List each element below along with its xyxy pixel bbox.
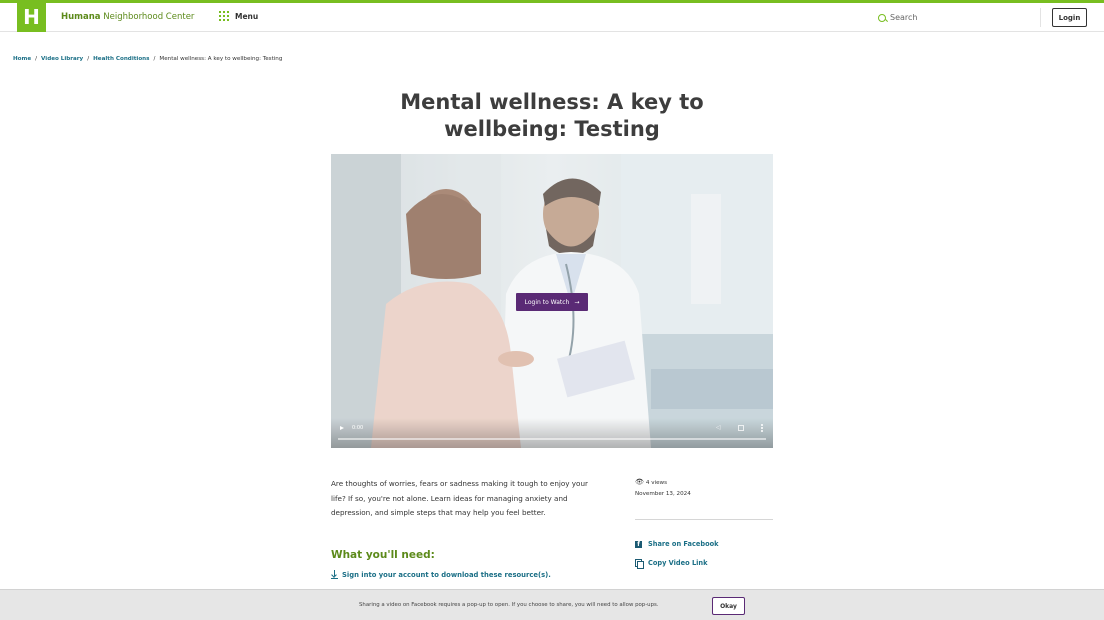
popup-notice-text: Sharing a video on Facebook requires a p… — [359, 602, 659, 608]
menu-button[interactable]: Menu — [219, 11, 258, 21]
sign-in-download-label: Sign into your account to download these… — [342, 570, 551, 579]
video-time: 0:00 — [352, 425, 364, 431]
meta-divider — [635, 519, 773, 520]
breadcrumb: Home / Video Library / Health Conditions… — [13, 56, 282, 62]
login-to-watch-button[interactable]: Login to Watch → — [516, 293, 588, 311]
more-options-icon[interactable] — [761, 424, 763, 432]
views-count: 👁 4 views — [635, 477, 691, 489]
brand-bold: Humana — [61, 12, 101, 22]
breadcrumb-home[interactable]: Home — [13, 56, 31, 62]
breadcrumb-separator: / — [35, 56, 38, 62]
video-description: Are thoughts of worries, fears or sadnes… — [331, 479, 588, 517]
search-icon — [878, 13, 886, 22]
sign-in-download-link[interactable]: Sign into your account to download these… — [331, 570, 551, 579]
video-progress-track[interactable] — [338, 438, 766, 440]
arrow-right-icon: → — [574, 298, 580, 306]
okay-button[interactable]: Okay — [712, 597, 745, 615]
login-button[interactable]: Login — [1052, 8, 1087, 27]
site-header: H Humana Neighborhood Center Menu Login — [0, 2, 1104, 32]
share-facebook-label: Share on Facebook — [648, 540, 719, 548]
breadcrumb-health-conditions[interactable]: Health Conditions — [93, 56, 149, 62]
menu-label: Menu — [235, 11, 259, 21]
breadcrumb-separator: / — [153, 56, 156, 62]
search-input[interactable] — [890, 13, 1020, 22]
volume-icon[interactable]: ◁ — [716, 425, 722, 431]
play-icon[interactable] — [340, 426, 344, 430]
page-title: Mental wellness: A key to wellbeing: Tes… — [400, 90, 704, 141]
search-box — [868, 8, 1041, 27]
site-brand-name[interactable]: Humana Neighborhood Center — [61, 12, 194, 22]
video-controls: 0:00 ◁ — [331, 418, 773, 448]
popup-notice-bar: Sharing a video on Facebook requires a p… — [0, 589, 1104, 620]
breadcrumb-video-library[interactable]: Video Library — [41, 56, 83, 62]
eye-icon: 👁 — [635, 478, 644, 486]
download-icon — [331, 570, 338, 579]
watch-label: Login to Watch — [524, 298, 570, 306]
publish-date: November 13, 2024 — [635, 491, 691, 497]
breadcrumb-current: Mental wellness: A key to wellbeing: Tes… — [159, 56, 283, 62]
share-facebook-link[interactable]: f Share on Facebook — [635, 540, 719, 548]
copy-video-link[interactable]: Copy Video Link — [635, 559, 708, 569]
brand-rest: Neighborhood Center — [100, 12, 195, 22]
copy-link-label: Copy Video Link — [648, 559, 708, 567]
facebook-icon: f — [635, 540, 642, 548]
breadcrumb-separator: / — [87, 56, 90, 62]
grid-menu-icon — [219, 11, 229, 21]
what-you-need-heading: What you'll need: — [331, 549, 435, 561]
fullscreen-icon[interactable] — [738, 425, 744, 431]
views-text: 4 views — [645, 480, 668, 486]
copy-icon — [635, 559, 644, 569]
humana-logo[interactable]: H — [17, 2, 46, 32]
video-meta: 👁 4 views November 13, 2024 — [635, 477, 691, 500]
